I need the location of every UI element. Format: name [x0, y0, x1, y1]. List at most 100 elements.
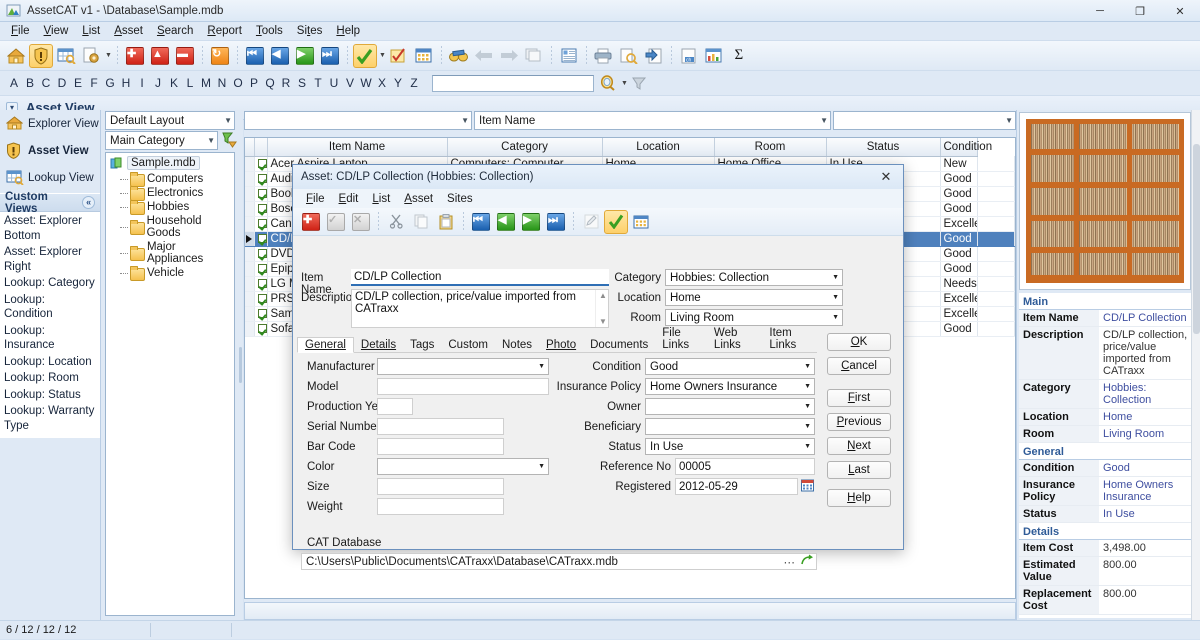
color-combo[interactable]: ▼ — [377, 458, 549, 475]
tree-node-computers[interactable]: Computers — [106, 171, 234, 187]
collapse-chevron-icon[interactable]: « — [82, 196, 95, 209]
custom-view-lookup-category[interactable]: Lookup: Category — [0, 275, 100, 292]
custom-view-lookup-insurance[interactable]: Lookup: Insurance — [0, 323, 100, 354]
checkbox-checked-icon[interactable] — [257, 263, 266, 273]
alpha-I[interactable]: I — [134, 76, 150, 90]
tab-custom[interactable]: Custom — [441, 338, 495, 352]
row-checkbox-cell[interactable] — [254, 201, 268, 217]
cat-database-browse-button[interactable]: ⋯ — [784, 555, 797, 569]
registered-input[interactable]: 2012-05-29 — [675, 478, 798, 495]
filter-off-icon[interactable] — [628, 71, 652, 95]
prop-value[interactable]: Home Owners Insurance — [1099, 477, 1191, 505]
row-checkbox-cell[interactable] — [254, 156, 268, 172]
tab-notes[interactable]: Notes — [495, 338, 539, 352]
cancel-button[interactable]: Cancel — [827, 357, 891, 375]
custom-view-lookup-warranty-type[interactable]: Lookup: Warranty Type — [0, 403, 100, 434]
weight-input[interactable] — [377, 498, 504, 515]
checkbox-checked-icon[interactable] — [257, 233, 266, 243]
menu-help[interactable]: Help — [329, 23, 367, 39]
manufacturer-combo[interactable]: ▼ — [377, 358, 549, 375]
tree-node-vehicle[interactable]: Vehicle — [106, 265, 234, 281]
menu-report[interactable]: Report — [200, 23, 249, 39]
add-record-icon[interactable]: ✚ — [123, 44, 147, 68]
asset-photo[interactable] — [1019, 112, 1191, 290]
tree-root[interactable]: Sample.mdb — [106, 153, 234, 172]
custom-view-lookup-location[interactable]: Lookup: Location — [0, 354, 100, 371]
custom-view-asset-explorer-bottom[interactable]: Asset: Explorer Bottom — [0, 213, 100, 244]
condition-combo[interactable]: Good ▼ — [645, 358, 815, 375]
alpha-D[interactable]: D — [54, 76, 70, 90]
checkbox-checked-icon[interactable] — [257, 218, 266, 228]
checkbox-checked-icon[interactable] — [257, 188, 266, 198]
ok-button[interactable]: OK — [827, 333, 891, 351]
tree-node-hobbies[interactable]: Hobbies — [106, 199, 234, 215]
scroll-down-icon[interactable]: ▼ — [599, 317, 607, 326]
row-checkbox-cell[interactable] — [254, 231, 268, 247]
tab-file-links[interactable]: File Links — [655, 326, 707, 352]
sum-sigma-icon[interactable]: Σ — [727, 44, 751, 68]
grid-sort-combo[interactable]: ▼ — [244, 111, 472, 130]
add-record-icon[interactable]: ✚ — [299, 210, 323, 234]
close-button[interactable]: ✕ — [1160, 0, 1200, 22]
prop-value[interactable]: CD/LP Collection — [1099, 310, 1191, 326]
previous-record-icon[interactable]: ◀ — [268, 44, 292, 68]
edit-check-icon[interactable] — [387, 44, 411, 68]
refresh-icon[interactable]: ↻ — [208, 44, 232, 68]
alpha-C[interactable]: C — [38, 76, 54, 90]
scroll-up-icon[interactable]: ▲ — [599, 291, 607, 300]
alpha-Q[interactable]: Q — [262, 76, 278, 90]
location-combo[interactable]: Home ▼ — [665, 289, 843, 306]
custom-view-lookup-room[interactable]: Lookup: Room — [0, 370, 100, 387]
menu-view[interactable]: View — [37, 23, 76, 39]
magnifier-icon[interactable] — [596, 71, 620, 95]
layout-combo[interactable]: Default Layout ▼ — [105, 111, 235, 130]
alpha-X[interactable]: X — [374, 76, 390, 90]
menu-asset[interactable]: Asset — [107, 23, 150, 39]
cat-database-path[interactable]: C:\Users\Public\Documents\CATraxx\Databa… — [301, 553, 817, 570]
menu-search[interactable]: Search — [150, 23, 200, 39]
status-combo[interactable]: In Use ▼ — [645, 438, 815, 455]
delete-record-icon[interactable]: ▬ — [173, 44, 197, 68]
dialog-menu-asset[interactable]: Asset — [397, 191, 440, 207]
owner-combo[interactable]: ▼ — [645, 398, 815, 415]
first-record-icon[interactable]: ⏮ — [243, 44, 267, 68]
alpha-P[interactable]: P — [246, 76, 262, 90]
insurance-policy-combo[interactable]: Home Owners Insurance ▼ — [645, 378, 815, 395]
tab-item-links[interactable]: Item Links — [762, 326, 817, 352]
first-record-icon[interactable]: ⏮ — [469, 210, 493, 234]
paste-icon[interactable] — [434, 210, 458, 234]
home-icon[interactable] — [4, 44, 28, 68]
category-combo[interactable]: Main Category ▼ — [105, 131, 218, 150]
last-record-icon[interactable]: ⏭ — [318, 44, 342, 68]
th-status[interactable]: Status — [826, 138, 941, 157]
checkbox-checked-icon[interactable] — [257, 308, 266, 318]
calendar-grid-icon[interactable] — [412, 44, 436, 68]
row-checkbox-cell[interactable] — [254, 306, 268, 322]
open-arrow-icon[interactable] — [801, 554, 813, 569]
move-up-icon[interactable]: ▲ — [148, 44, 172, 68]
custom-view-lookup-status[interactable]: Lookup: Status — [0, 387, 100, 404]
prop-value[interactable]: Home — [1099, 409, 1191, 425]
alpha-W[interactable]: W — [358, 76, 374, 90]
binoculars-icon[interactable] — [447, 44, 471, 68]
description-scrollbar[interactable]: ▲ ▼ — [595, 290, 608, 327]
description-textarea[interactable]: CD/LP collection, price/value imported f… — [351, 289, 609, 328]
prop-value[interactable]: Living Room — [1099, 426, 1191, 442]
calendar-picker-icon[interactable] — [801, 479, 814, 495]
dialog-menu-edit[interactable]: Edit — [332, 191, 366, 207]
tab-general[interactable]: General — [297, 337, 354, 353]
menu-sites[interactable]: Sites — [290, 23, 330, 39]
row-checkbox-cell[interactable] — [254, 321, 268, 337]
maximize-button[interactable]: ❐ — [1120, 0, 1160, 22]
reference-no-input[interactable]: 00005 — [675, 458, 815, 475]
alpha-O[interactable]: O — [230, 76, 246, 90]
tree-node-major-appliances[interactable]: Major Appliances — [106, 240, 234, 266]
row-checkbox-cell[interactable] — [254, 186, 268, 202]
next-button[interactable]: Next — [827, 437, 891, 455]
tab-web-links[interactable]: Web Links — [707, 326, 762, 352]
checkbox-checked-icon[interactable] — [257, 248, 266, 258]
print-icon[interactable] — [592, 44, 616, 68]
prop-value[interactable]: In Use — [1099, 506, 1191, 522]
previous-button[interactable]: Previous — [827, 413, 891, 431]
checkbox-checked-icon[interactable] — [257, 203, 266, 213]
